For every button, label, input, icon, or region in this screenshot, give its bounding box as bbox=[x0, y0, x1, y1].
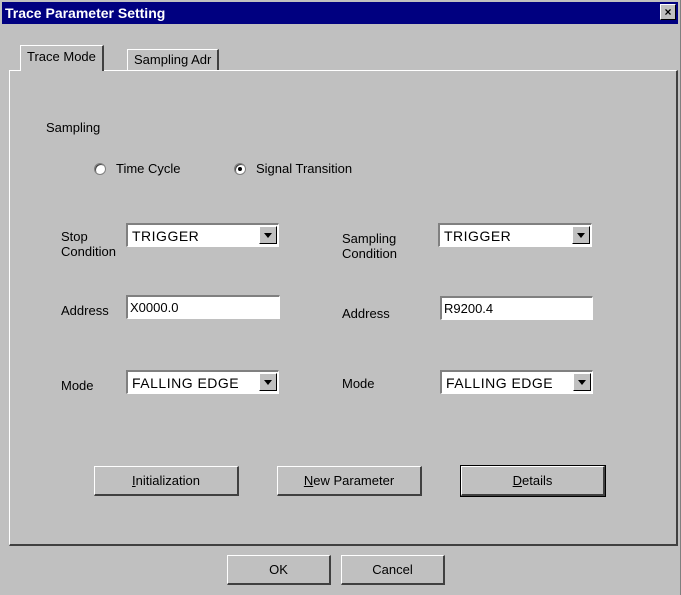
initialization-button[interactable]: Initialization bbox=[94, 466, 239, 496]
details-button[interactable]: Details bbox=[460, 465, 606, 497]
radio-signal-transition-label[interactable]: Signal Transition bbox=[256, 161, 352, 177]
stop-condition-label-2: Condition bbox=[61, 244, 116, 259]
left-mode-value: FALLING EDGE bbox=[132, 375, 240, 391]
left-mode-select[interactable]: FALLING EDGE bbox=[126, 370, 279, 394]
radio-selected-dot bbox=[238, 167, 242, 171]
tab-trace-mode[interactable]: Trace Mode bbox=[20, 45, 104, 71]
right-address-label: Address bbox=[342, 306, 390, 321]
sampling-condition-label-2: Condition bbox=[342, 246, 397, 261]
initialization-label: nitialization bbox=[135, 473, 200, 488]
left-mode-label: Mode bbox=[61, 378, 94, 393]
right-mode-select[interactable]: FALLING EDGE bbox=[440, 370, 593, 394]
right-mode-value: FALLING EDGE bbox=[446, 375, 554, 391]
right-address-input[interactable]: R9200.4 bbox=[440, 296, 593, 320]
details-mnemonic: D bbox=[512, 473, 523, 488]
stop-condition-value: TRIGGER bbox=[132, 228, 200, 244]
close-button[interactable]: × bbox=[660, 4, 676, 20]
radio-time-cycle[interactable] bbox=[94, 163, 106, 175]
chevron-down-icon[interactable] bbox=[572, 226, 590, 244]
ok-button[interactable]: OK bbox=[227, 555, 331, 585]
chevron-down-icon[interactable] bbox=[573, 373, 591, 391]
chevron-down-icon[interactable] bbox=[259, 373, 277, 391]
window-title: Trace Parameter Setting bbox=[5, 5, 166, 21]
new-parameter-label: ew Parameter bbox=[313, 473, 395, 488]
left-address-label: Address bbox=[61, 303, 109, 318]
new-parameter-mnemonic: N bbox=[303, 473, 314, 488]
title-bar[interactable]: Trace Parameter Setting × bbox=[2, 2, 678, 24]
new-parameter-button[interactable]: New Parameter bbox=[277, 466, 422, 496]
radio-signal-transition[interactable] bbox=[234, 163, 246, 175]
details-label: etails bbox=[522, 473, 553, 488]
radio-time-cycle-label[interactable]: Time Cycle bbox=[116, 161, 181, 177]
cancel-button[interactable]: Cancel bbox=[341, 555, 445, 585]
tab-sampling-adr[interactable]: Sampling Adr bbox=[127, 49, 220, 71]
left-address-value: X0000.0 bbox=[130, 300, 179, 315]
sampling-condition-label-1: Sampling bbox=[342, 231, 397, 246]
dialog-window: Trace Parameter Setting × Trace Mode Sam… bbox=[0, 0, 681, 595]
tab-sampling-adr-label: Sampling Adr bbox=[134, 52, 212, 67]
sampling-group-label: Sampling bbox=[46, 120, 101, 135]
sampling-condition-value: TRIGGER bbox=[444, 228, 512, 244]
left-address-input[interactable]: X0000.0 bbox=[126, 295, 280, 319]
stop-condition-label-1: Stop bbox=[61, 229, 88, 244]
chevron-down-icon[interactable] bbox=[259, 226, 277, 244]
sampling-condition-select[interactable]: TRIGGER bbox=[438, 223, 592, 247]
tab-trace-mode-label: Trace Mode bbox=[27, 49, 96, 64]
stop-condition-select[interactable]: TRIGGER bbox=[126, 223, 279, 247]
right-mode-label: Mode bbox=[342, 376, 375, 391]
right-address-value: R9200.4 bbox=[444, 301, 494, 316]
